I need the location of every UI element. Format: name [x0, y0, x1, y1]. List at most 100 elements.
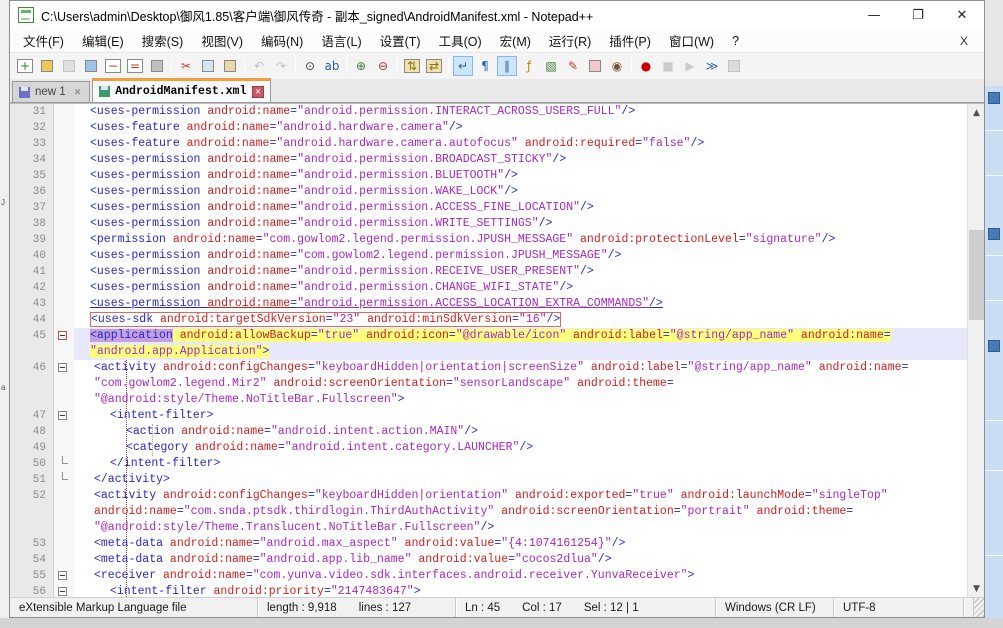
stop-record-button[interactable]: ■ [658, 56, 678, 76]
tab-close-icon[interactable]: ✕ [72, 87, 84, 98]
code-text[interactable]: <uses-permission android:name="android.p… [74, 168, 967, 184]
size-grip[interactable] [974, 598, 984, 617]
maximize-button[interactable]: ❐ [896, 1, 940, 29]
cut-button[interactable]: ✂ [176, 56, 196, 76]
playback-macro-button[interactable]: ▶ [680, 56, 700, 76]
line-number: 54 [10, 552, 54, 568]
menu-item[interactable]: 语言(L) [312, 28, 370, 53]
menu-item[interactable]: 文件(F) [14, 28, 73, 53]
scrollbar-thumb[interactable] [969, 230, 984, 320]
fold-collapse-icon[interactable] [58, 411, 67, 420]
find-button[interactable]: ⊙ [300, 56, 320, 76]
sync-horizontal-button[interactable]: ⇄ [424, 56, 444, 76]
code-text[interactable]: "android.app.Application"> [74, 344, 967, 360]
save-all-button[interactable] [81, 56, 101, 76]
code-text[interactable]: <uses-permission android:name="android.p… [74, 280, 967, 296]
code-text[interactable]: <uses-permission android:name="android.p… [74, 152, 967, 168]
tab-new-1[interactable]: new 1✕ [12, 81, 90, 102]
code-text[interactable]: </intent-filter> [74, 456, 967, 472]
menu-item[interactable]: 视图(V) [192, 28, 252, 53]
code-text[interactable]: <action android:name="android.intent.act… [74, 424, 967, 440]
close-all-button[interactable]: = [125, 56, 145, 76]
code-text[interactable]: <category android:name="android.intent.c… [74, 440, 967, 456]
undo-button[interactable]: ↶ [249, 56, 269, 76]
minimize-button[interactable]: — [852, 1, 896, 29]
zoom-out-button[interactable]: ⊖ [373, 56, 393, 76]
scroll-up-button[interactable]: ▲ [968, 104, 984, 121]
redo-icon: ↷ [276, 60, 286, 72]
menu-item[interactable]: 宏(M) [491, 28, 540, 53]
project-panel-button[interactable] [585, 56, 605, 76]
word-wrap-button[interactable]: ↵ [453, 56, 473, 76]
code-text[interactable]: </activity> [74, 472, 967, 488]
record-macro-button[interactable]: ● [636, 56, 656, 76]
function-list-button[interactable]: ƒ [519, 56, 539, 76]
show-all-characters-button[interactable]: ¶ [475, 56, 495, 76]
code-text[interactable]: <uses-permission android:name="android.p… [74, 184, 967, 200]
menu-item[interactable]: 运行(R) [540, 28, 600, 53]
close-button[interactable]: ✕ [940, 1, 984, 29]
tab-androidmanifest-xml[interactable]: AndroidManifest.xml✕ [92, 78, 271, 102]
save-macro-button[interactable] [724, 56, 744, 76]
menu-item[interactable]: 搜索(S) [133, 28, 193, 53]
project-panel-icon [589, 60, 601, 72]
document-map-button[interactable]: ▧ [541, 56, 561, 76]
paste-button[interactable] [220, 56, 240, 76]
fold-collapse-icon[interactable] [58, 363, 67, 372]
run-macro-multiple-button[interactable]: ≫ [702, 56, 722, 76]
code-text[interactable]: <uses-permission android:name="android.p… [74, 216, 967, 232]
code-text[interactable]: <meta-data android:name="android.max_asp… [74, 536, 967, 552]
code-text[interactable]: "@android:style/Theme.NoTitleBar.Fullscr… [74, 392, 967, 408]
menu-item[interactable]: 设置(T) [371, 28, 430, 53]
code-text[interactable]: <uses-permission android:name="android.p… [74, 296, 967, 312]
code-text[interactable]: <uses-permission android:name="android.p… [74, 104, 967, 120]
code-text[interactable]: <intent-filter> [74, 408, 967, 424]
code-text[interactable]: "@android:style/Theme.Translucent.NoTitl… [74, 520, 967, 536]
code-text[interactable]: <uses-feature android:name="android.hard… [74, 136, 967, 152]
code-text[interactable]: <uses-permission android:name="android.p… [74, 200, 967, 216]
menu-item[interactable]: 工具(O) [430, 28, 491, 53]
editor[interactable]: 31<uses-permission android:name="android… [10, 103, 984, 597]
code-text[interactable]: <activity android:configChanges="keyboar… [74, 360, 967, 376]
redo-button[interactable]: ↷ [271, 56, 291, 76]
scroll-down-button[interactable]: ▼ [968, 580, 984, 597]
fold-collapse-icon[interactable] [58, 331, 67, 340]
code-text[interactable]: <uses-permission android:name="com.gowlo… [74, 248, 967, 264]
document-edit-button[interactable]: ✎ [563, 56, 583, 76]
sync-vertical-button[interactable]: ⇅ [402, 56, 422, 76]
vertical-scrollbar[interactable]: ▲ ▼ [967, 104, 984, 597]
code-text[interactable]: <intent-filter android:priority="2147483… [74, 584, 967, 597]
code-text[interactable]: <receiver android:name="com.yunva.video.… [74, 568, 967, 584]
fold-collapse-icon[interactable] [58, 587, 67, 596]
menu-item[interactable]: 窗口(W) [660, 28, 723, 53]
replace-button[interactable]: ab [322, 56, 342, 76]
document-monitor-button[interactable]: ◉ [607, 56, 627, 76]
code-text[interactable]: <uses-feature android:name="android.hard… [74, 120, 967, 136]
fold-collapse-icon[interactable] [58, 571, 67, 580]
code-text[interactable]: <application android:allowBackup="true" … [74, 328, 967, 344]
zoom-in-button[interactable]: ⊕ [351, 56, 371, 76]
print-icon [151, 60, 163, 72]
new-file-icon: + [17, 59, 33, 73]
menu-item[interactable]: 插件(P) [600, 28, 660, 53]
code-text[interactable]: android:name="com.snda.ptsdk.thirdlogin.… [74, 504, 967, 520]
code-text[interactable]: <activity android:configChanges="keyboar… [74, 488, 967, 504]
code-text[interactable]: <uses-sdk android:targetSdkVersion="23" … [74, 312, 967, 328]
print-button[interactable] [147, 56, 167, 76]
indent-guide-button[interactable]: ∥ [497, 56, 517, 76]
code-text[interactable]: "com.gowlom2.legend.Mir2" android:screen… [74, 376, 967, 392]
menu-item[interactable]: ? [723, 31, 748, 51]
close-button[interactable]: − [103, 56, 123, 76]
code-text[interactable]: <permission android:name="com.gowlom2.le… [74, 232, 967, 248]
code-area[interactable]: 31<uses-permission android:name="android… [10, 104, 967, 597]
copy-button[interactable] [198, 56, 218, 76]
save-button[interactable] [59, 56, 79, 76]
new-file-button[interactable]: + [15, 56, 35, 76]
code-text[interactable]: <meta-data android:name="android.app.lib… [74, 552, 967, 568]
menubar-close-icon[interactable]: X [954, 32, 974, 50]
tab-close-icon[interactable]: ✕ [252, 86, 263, 98]
menu-item[interactable]: 编辑(E) [73, 28, 133, 53]
code-text[interactable]: <uses-permission android:name="android.p… [74, 264, 967, 280]
open-file-button[interactable] [37, 56, 57, 76]
menu-item[interactable]: 编码(N) [252, 28, 312, 53]
